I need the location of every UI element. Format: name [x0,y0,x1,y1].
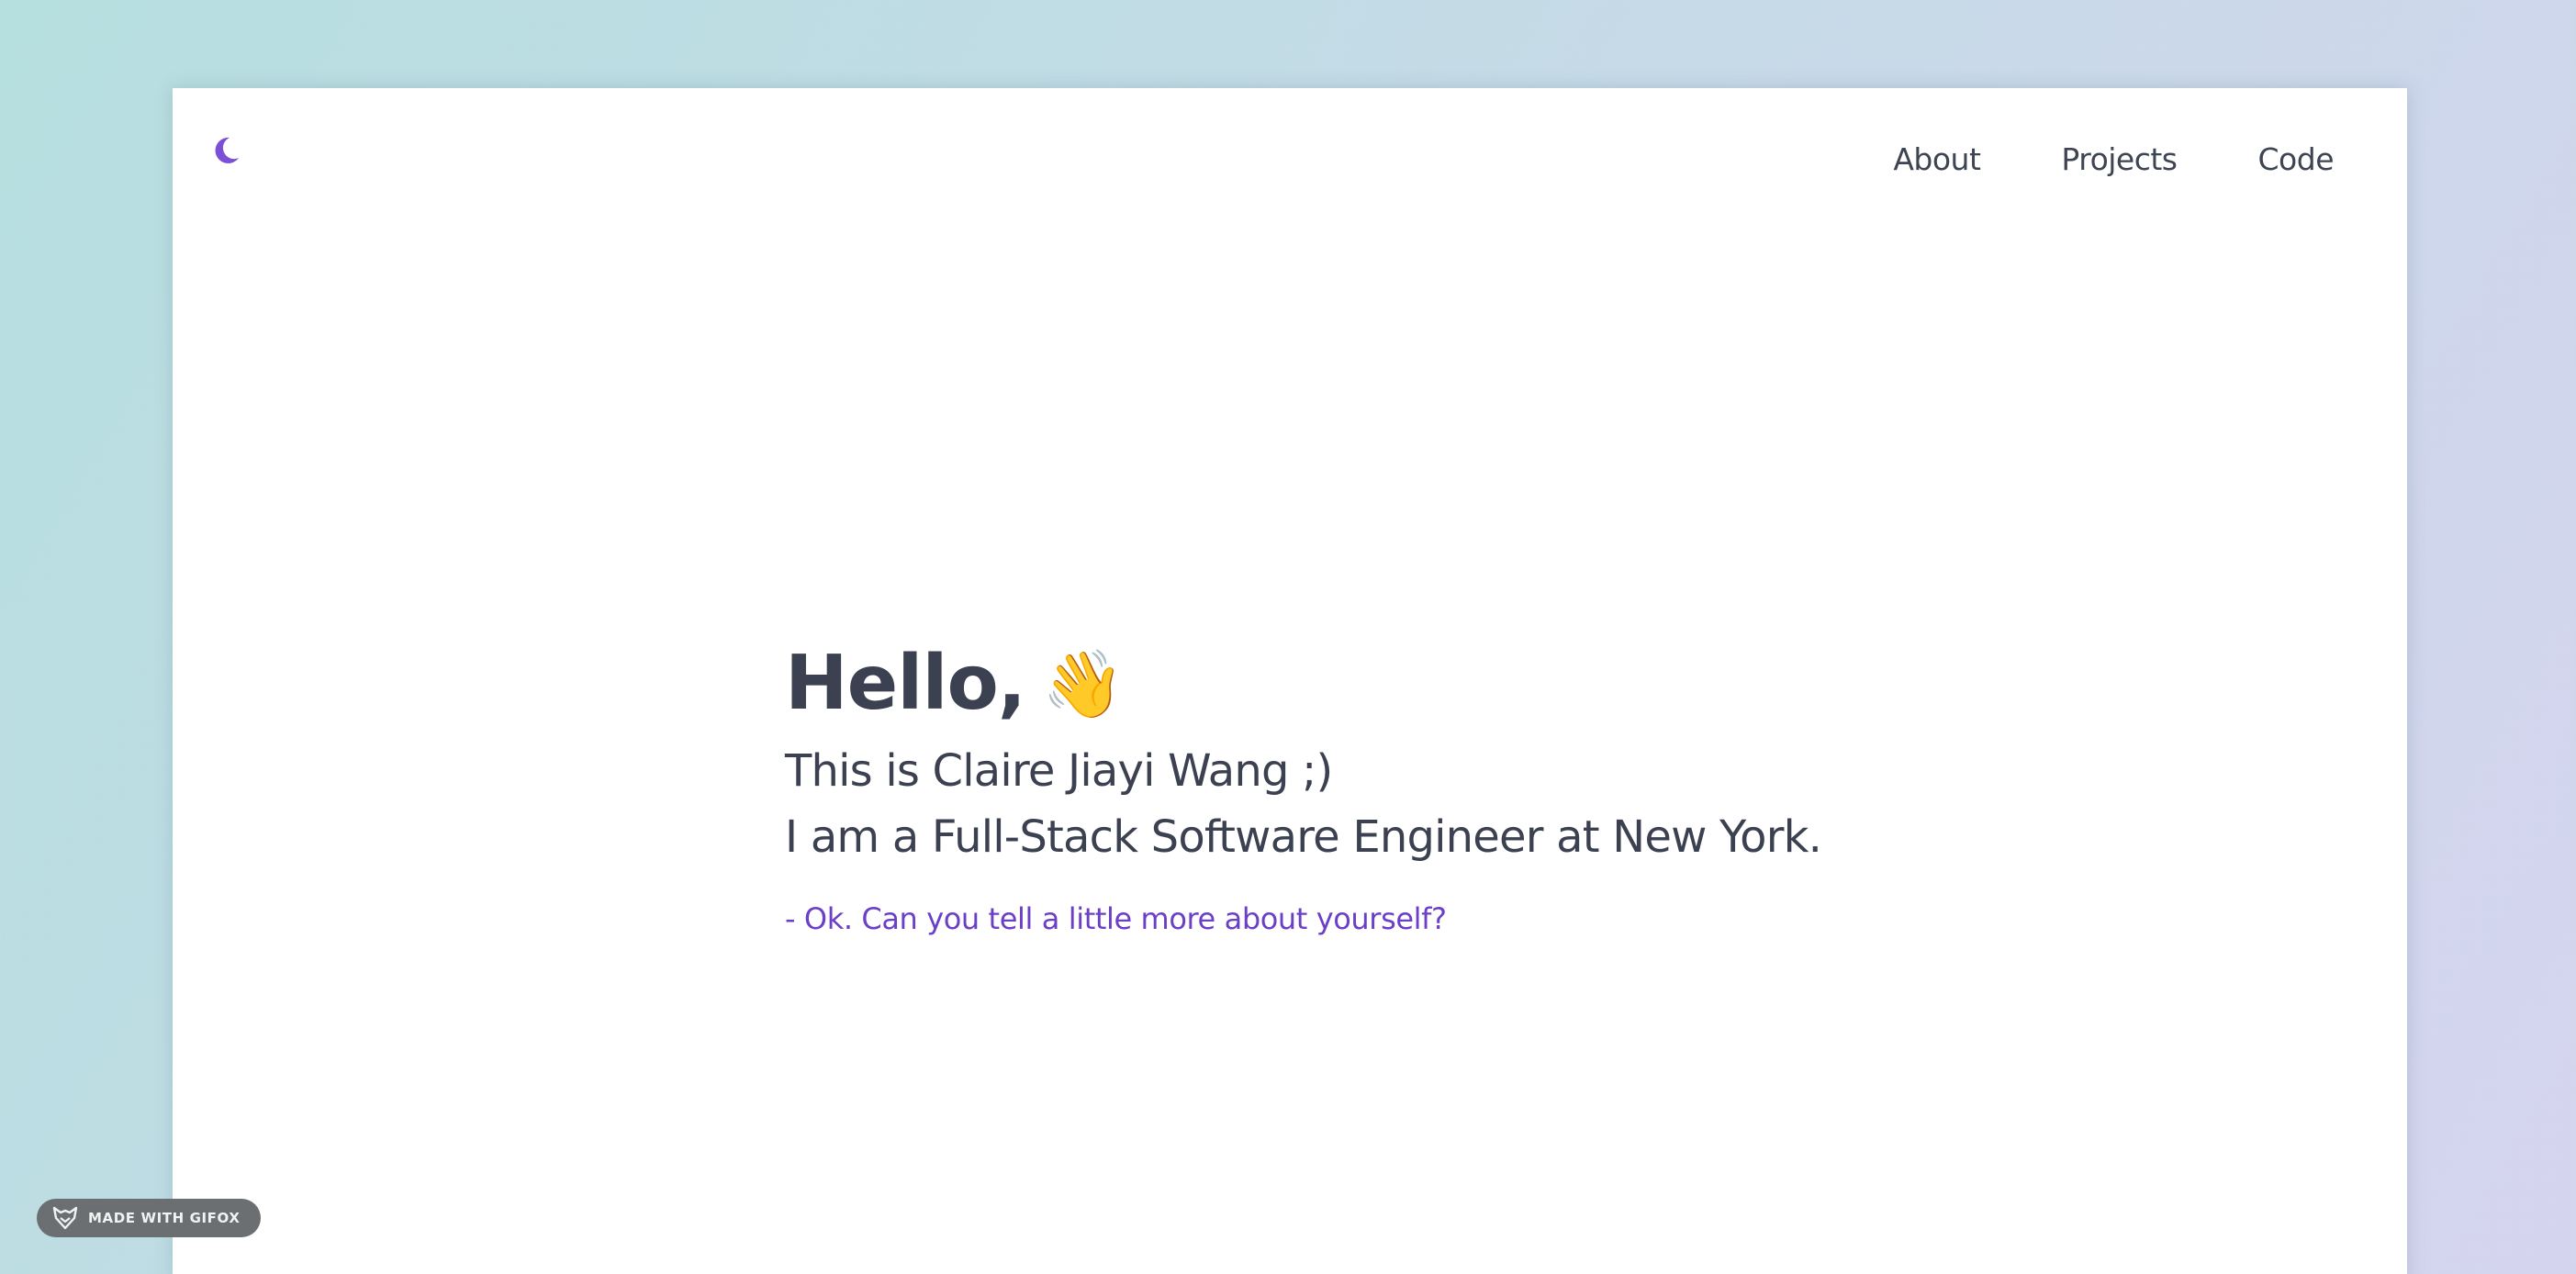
intro-role-line: I am a Full-Stack Software Engineer at N… [785,811,1822,864]
nav-code-link[interactable]: Code [2258,141,2335,177]
hero-greeting: Hello, 👋 [785,639,2070,729]
gifox-badge[interactable]: MADE WITH GIFOX [37,1199,261,1237]
nav-projects-link[interactable]: Projects [2061,141,2178,177]
gifox-badge-label: MADE WITH GIFOX [88,1210,241,1226]
tell-more-link[interactable]: - Ok. Can you tell a little more about y… [785,901,1447,936]
page-window: About Projects Code Hello, 👋 This is Cla… [173,88,2407,1274]
hero-section: Hello, 👋 This is Claire Jiayi Wang ;) I … [785,639,2070,936]
moon-icon [215,137,239,163]
fox-icon [52,1206,78,1230]
waving-hand-icon: 👋 [1041,645,1125,723]
greeting-text: Hello, [785,640,1026,727]
theme-toggle-button[interactable] [207,132,244,169]
intro-name-line: This is Claire Jiayi Wang ;) [785,745,1333,798]
top-nav: About Projects Code [1893,141,2334,177]
nav-about-link[interactable]: About [1893,141,1981,177]
